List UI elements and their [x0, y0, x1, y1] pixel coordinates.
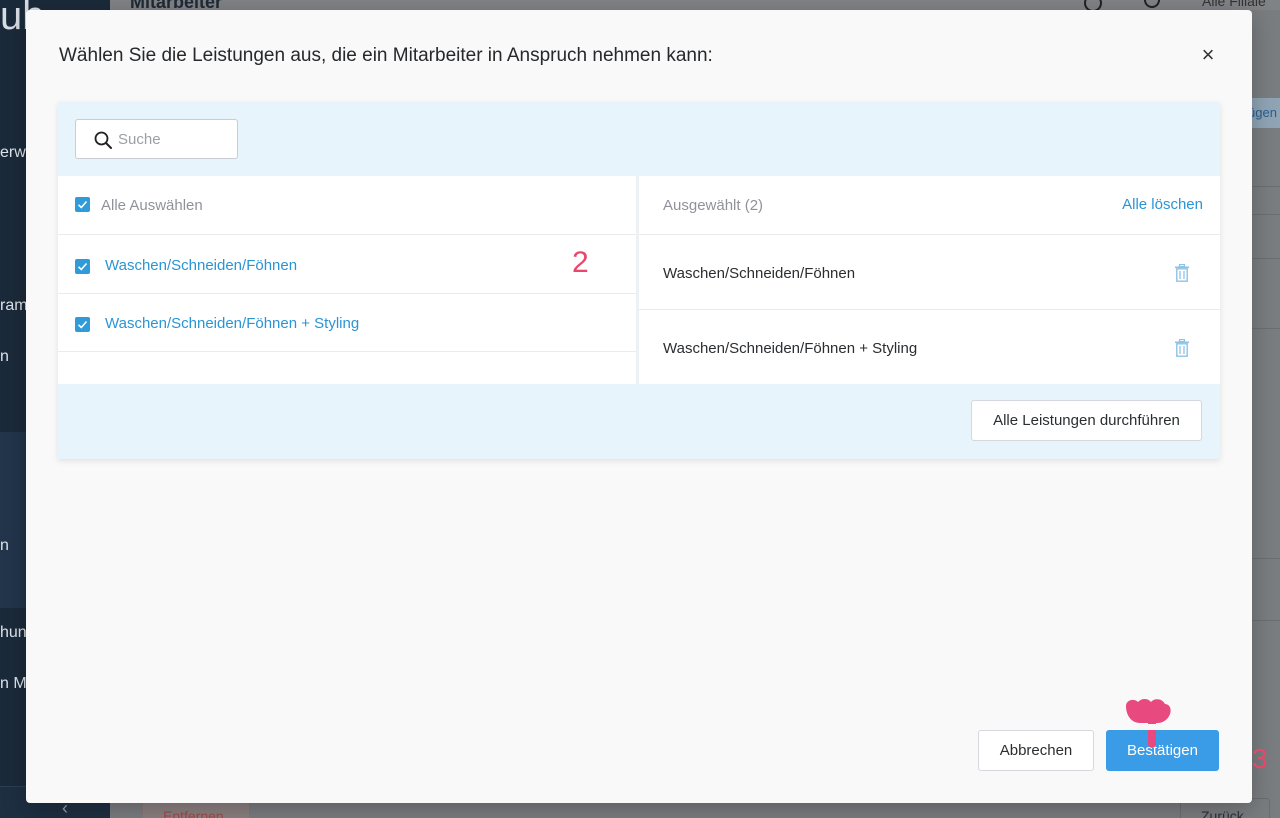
selected-service-label: Waschen/Schneiden/Föhnen + Styling: [663, 340, 918, 357]
divider: [1250, 214, 1280, 215]
divider: [1250, 558, 1280, 559]
list-item[interactable]: Waschen/Schneiden/Föhnen 2: [58, 235, 636, 294]
divider: [1250, 620, 1280, 621]
selected-count: Ausgewählt (2): [663, 197, 764, 214]
service-label[interactable]: Waschen/Schneiden/Föhnen: [105, 257, 297, 274]
perform-all-services-button[interactable]: Alle Leistungen durchführen: [971, 400, 1202, 441]
services-transfer-panel: Alle Auswählen Waschen/Schneiden/Föhnen …: [58, 102, 1220, 459]
panel-footer: Alle Leistungen durchführen: [58, 384, 1220, 459]
sidebar-item[interactable]: n: [0, 537, 9, 555]
search-icon: [94, 131, 112, 149]
pointing-hand-icon: [1126, 699, 1171, 748]
list-item[interactable]: Waschen/Schneiden/Föhnen + Styling: [58, 294, 636, 352]
clear-all-link[interactable]: Alle löschen: [1122, 196, 1203, 213]
search-input[interactable]: [118, 128, 228, 150]
select-services-dialog: Wählen Sie die Leistungen aus, die ein M…: [26, 10, 1268, 803]
divider: [1250, 258, 1280, 259]
selected-service-label: Waschen/Schneiden/Föhnen: [663, 265, 856, 282]
selected-services-list: Ausgewählt (2) Alle löschen Waschen/Schn…: [639, 176, 1220, 384]
divider: [1250, 328, 1280, 329]
step-annotation: 3: [1252, 743, 1268, 774]
panel-header: [58, 102, 1220, 176]
selected-header-row: Ausgewählt (2) Alle löschen: [639, 176, 1220, 235]
trash-icon[interactable]: [1174, 264, 1190, 282]
select-all-label: Alle Auswählen: [101, 197, 203, 214]
trash-icon[interactable]: [1174, 339, 1190, 357]
checkbox-checked-icon[interactable]: [75, 317, 90, 332]
list-item: Waschen/Schneiden/Föhnen + Styling: [639, 310, 1220, 384]
sidebar-item[interactable]: n: [0, 348, 9, 366]
cancel-button[interactable]: Abbrechen: [978, 730, 1094, 771]
step-annotation: 2: [572, 246, 589, 279]
branch-selector[interactable]: Alle Filiale: [1202, 0, 1266, 9]
search-box[interactable]: [75, 119, 238, 159]
close-icon[interactable]: ×: [1196, 44, 1220, 68]
sidebar-item[interactable]: hun: [0, 624, 27, 642]
list-item: Waschen/Schneiden/Föhnen: [639, 235, 1220, 310]
sidebar-item[interactable]: ram: [0, 297, 28, 315]
divider: [1250, 186, 1280, 187]
checkbox-checked-icon[interactable]: [75, 259, 90, 274]
checkbox-checked-icon[interactable]: [75, 197, 90, 212]
background-topbar: [110, 0, 1280, 10]
available-services-list: Alle Auswählen Waschen/Schneiden/Föhnen …: [58, 176, 636, 384]
service-label[interactable]: Waschen/Schneiden/Föhnen + Styling: [105, 315, 359, 332]
dialog-title: Wählen Sie die Leistungen aus, die ein M…: [59, 45, 713, 66]
select-all-row[interactable]: Alle Auswählen: [58, 176, 636, 235]
